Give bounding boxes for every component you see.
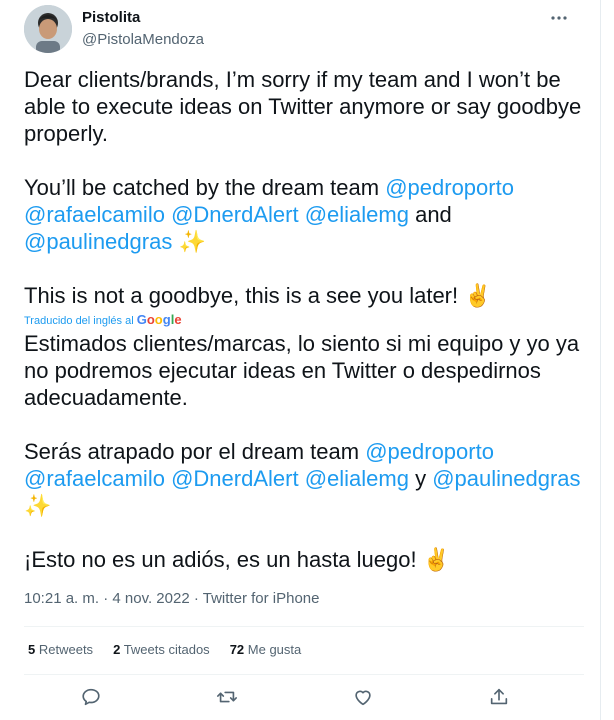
tweet-p2-and: and: [415, 202, 452, 227]
mention-link[interactable]: @pedroporto: [385, 175, 514, 200]
likes-stat[interactable]: 72 Me gusta: [230, 642, 302, 657]
tweet-paragraph-2: You’ll be catched by the dream team @ped…: [24, 174, 584, 255]
ellipsis-icon[interactable]: [548, 8, 570, 28]
divider: [24, 626, 584, 627]
mention-link[interactable]: @rafaelcamilo: [24, 202, 165, 227]
tweet-time[interactable]: 10:21 a. m.: [24, 590, 99, 607]
victory-emoji: ✌️: [464, 283, 492, 308]
share-icon[interactable]: [488, 686, 510, 708]
divider: [24, 674, 584, 675]
tweet-body: Dear clients/brands, I’m sorry if my tea…: [24, 66, 584, 573]
like-icon[interactable]: [352, 686, 374, 708]
translation-label: Traducido del inglés al: [24, 315, 134, 327]
meta-dot: ·: [193, 590, 199, 607]
translated-p3-text: ¡Esto no es un adiós, es un hasta luego!: [24, 547, 417, 572]
retweets-count: 5: [28, 642, 36, 657]
avatar[interactable]: [24, 5, 72, 53]
mention-link[interactable]: @elialemg: [305, 466, 409, 491]
mention-link[interactable]: @DnerdAlert: [171, 466, 299, 491]
engagement-stats: 5 Retweets 2 Tweets citados 72 Me gusta: [28, 642, 301, 657]
tweet-paragraph-3: This is not a goodbye, this is a see you…: [24, 282, 584, 309]
likes-count: 72: [229, 642, 245, 657]
sparkles-emoji: ✨: [24, 493, 52, 518]
tweet-p2-intro: You’ll be catched by the dream team: [24, 175, 380, 200]
tweet-source[interactable]: Twitter for iPhone: [203, 590, 320, 607]
translated-p2-intro: Serás atrapado por el dream team: [24, 439, 360, 464]
retweet-icon[interactable]: [216, 686, 238, 708]
tweet-meta: 10:21 a. m. · 4 nov. 2022 · Twitter for …: [24, 590, 319, 607]
mention-link[interactable]: @rafaelcamilo: [24, 466, 165, 491]
google-logo: Google: [136, 312, 182, 327]
quotes-stat[interactable]: 2 Tweets citados: [113, 642, 210, 657]
translated-paragraph-3: ¡Esto no es un adiós, es un hasta luego!…: [24, 546, 584, 573]
mention-link[interactable]: @paulinedgras: [432, 466, 580, 491]
quotes-label: Tweets citados: [123, 642, 210, 657]
translated-paragraph-1: Estimados clientes/marcas, lo siento si …: [24, 331, 580, 410]
meta-dot: ·: [103, 590, 109, 607]
translation-attribution[interactable]: Traducido del inglés al Google: [24, 312, 584, 329]
mention-link[interactable]: @pedroporto: [365, 439, 494, 464]
author-name[interactable]: Pistolita: [82, 9, 140, 26]
sparkles-emoji: ✨: [178, 229, 206, 254]
mention-link[interactable]: @elialemg: [305, 202, 409, 227]
translated-paragraph-2: Serás atrapado por el dream team @pedrop…: [24, 438, 584, 519]
mention-link[interactable]: @DnerdAlert: [171, 202, 299, 227]
mention-link[interactable]: @paulinedgras: [24, 229, 172, 254]
tweet-paragraph-1: Dear clients/brands, I’m sorry if my tea…: [24, 67, 582, 146]
retweets-stat[interactable]: 5 Retweets: [28, 642, 93, 657]
quotes-count: 2: [113, 642, 121, 657]
translated-p2-and: y: [415, 466, 427, 491]
likes-label: Me gusta: [247, 642, 302, 657]
retweets-label: Retweets: [38, 642, 94, 657]
reply-icon[interactable]: [80, 686, 102, 708]
tweet-card: Pistolita @PistolaMendoza Dear clients/b…: [0, 0, 600, 720]
tweet-date[interactable]: 4 nov. 2022: [112, 590, 189, 607]
victory-emoji: ✌️: [422, 547, 451, 572]
tweet-p3-text: This is not a goodbye, this is a see you…: [24, 283, 459, 308]
page-border: [600, 0, 601, 720]
author-handle[interactable]: @PistolaMendoza: [82, 31, 204, 48]
